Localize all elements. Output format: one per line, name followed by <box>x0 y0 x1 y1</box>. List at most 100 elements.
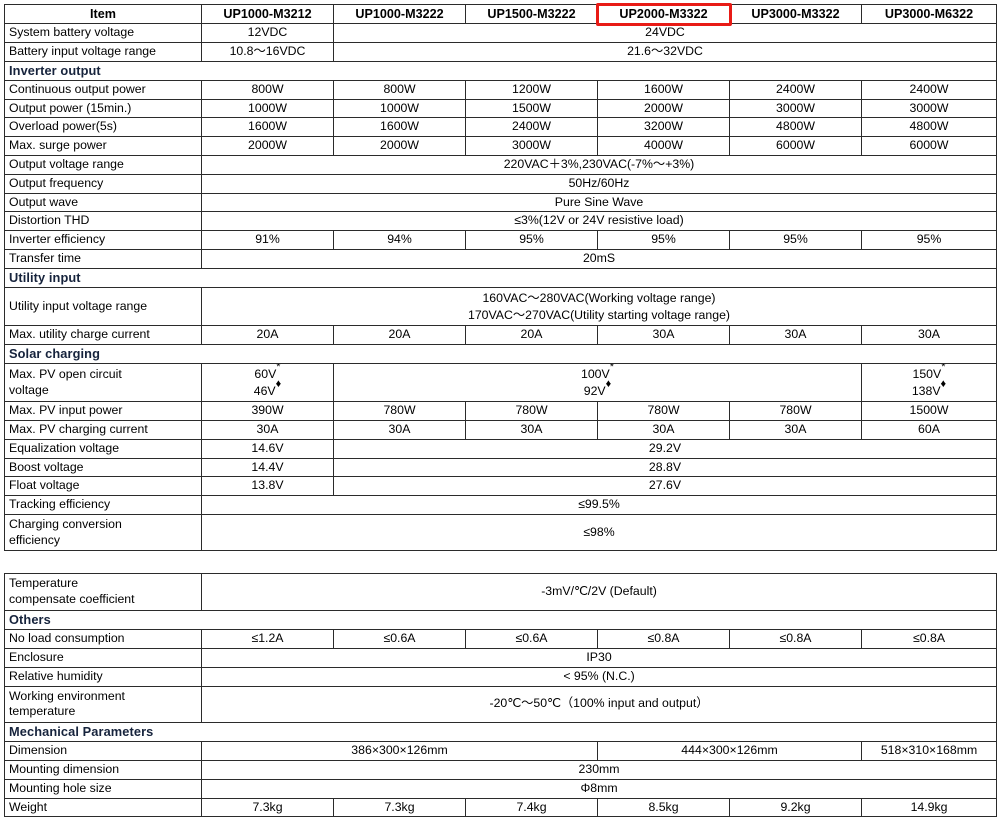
table-row-battery-input-voltage-range: Battery input voltage range 10.8〜16VDC 2… <box>4 41 997 62</box>
marker-diamond: ♦ <box>605 377 612 390</box>
cell-value: 20A <box>333 325 466 345</box>
cell-value: 800W <box>333 79 466 100</box>
cell-value: 20A <box>201 325 334 345</box>
table-row-enclosure: Enclosure IP30 <box>4 648 998 668</box>
cell-value: 100V* 92V♦ <box>333 363 862 403</box>
cell-value: 7.4kg <box>465 797 598 817</box>
section-label: Solar charging <box>4 343 997 365</box>
column-header-up1000-m3222: UP1000-M3222 <box>333 3 466 25</box>
table-row-tracking-efficiency: Tracking efficiency ≤99.5% <box>4 495 997 515</box>
row-label: Tracking efficiency <box>4 495 202 515</box>
row-label: Output voltage range <box>4 155 202 175</box>
row-label-line2: voltage <box>9 382 49 397</box>
cell-value: 1600W <box>201 117 334 138</box>
table-row-output-frequency: Output frequency 50Hz/60Hz <box>4 173 997 194</box>
cell-value: 14.4V <box>201 457 334 478</box>
row-label: Relative humidity <box>4 666 202 687</box>
section-label: Mechanical Parameters <box>3 722 998 743</box>
cell-value: 3200W <box>597 117 730 138</box>
cell-value: 800W <box>201 79 334 100</box>
table-row-dimension: Dimension 386×300×126mm 444×300×126mm 51… <box>4 741 998 762</box>
row-label: Float voltage <box>4 476 202 497</box>
cell-value: 1000W <box>201 98 334 119</box>
table-row-output-wave: Output wave Pure Sine Wave <box>4 192 997 213</box>
cell-value: -20℃〜50℃（100% input and output） <box>200 685 998 724</box>
cell-value-bottom: 92V♦ <box>583 377 612 398</box>
row-label: Max. surge power <box>4 136 202 157</box>
row-label: Output power (15min.) <box>4 98 202 119</box>
table-row-temperature-compensate-coefficient: Temperature compensate coefficient -3mV/… <box>4 573 998 611</box>
cell-value: 27.6V <box>333 476 997 497</box>
row-label-line2: compensate coefficient <box>9 592 135 607</box>
cell-value: 6000W <box>729 136 862 157</box>
spec-sheet: Item UP1000-M3212 UP1000-M3222 UP1500-M3… <box>0 0 1000 817</box>
table-row-working-environment-temperature: Working environment temperature -20℃〜50℃… <box>4 685 998 724</box>
marker-diamond: ♦ <box>275 377 282 390</box>
cell-value: 230mm <box>200 760 998 780</box>
cell-value: 95% <box>729 230 862 250</box>
cell-value: 6000W <box>861 136 997 157</box>
cell-value: 2400W <box>465 117 598 138</box>
cell-value: 95% <box>861 230 997 250</box>
cell-value: 28.8V <box>333 457 997 478</box>
cell-value-line2: 170VAC〜270VAC(Utility starting voltage r… <box>468 307 730 322</box>
table-row-system-battery-voltage: System battery voltage 12VDC 24VDC <box>4 23 997 43</box>
table-row-max-pv-open-circuit-voltage: Max. PV open circuit voltage 60V* 46V♦ 1… <box>4 363 997 403</box>
spec-table-secondary: Temperature compensate coefficient -3mV/… <box>3 573 998 817</box>
column-header-up2000-m3322: UP2000-M3322 <box>597 3 730 25</box>
cell-value: ≤3%(12V or 24V resistive load) <box>201 211 997 232</box>
cell-value: 30A <box>201 420 334 440</box>
cell-value: ≤1.2A <box>201 629 334 650</box>
cell-value: 29.2V <box>333 438 997 459</box>
table-row-distortion-thd: Distortion THD ≤3%(12V or 24V resistive … <box>4 211 997 232</box>
row-label: Max. PV open circuit voltage <box>4 363 202 403</box>
table-row-boost-voltage: Boost voltage 14.4V 28.8V <box>4 457 997 478</box>
cell-value: 150V* 138V♦ <box>861 363 997 403</box>
cell-value: 10.8〜16VDC <box>201 41 334 62</box>
cell-value: 780W <box>333 401 466 422</box>
cell-value: 2400W <box>861 79 997 100</box>
cell-value: 2000W <box>201 136 334 157</box>
cell-value: 780W <box>729 401 862 422</box>
cell-value: 1500W <box>861 401 997 422</box>
row-label: Max. PV charging current <box>4 420 202 440</box>
row-label-line1: Temperature <box>9 576 79 591</box>
cell-value: 2000W <box>597 98 730 119</box>
row-label: Max. utility charge current <box>4 325 202 345</box>
row-label: Equalization voltage <box>4 438 202 459</box>
cell-value: Pure Sine Wave <box>201 192 997 213</box>
row-label: Inverter efficiency <box>4 230 202 250</box>
spec-table-primary: Item UP1000-M3212 UP1000-M3222 UP1500-M3… <box>4 3 997 552</box>
cell-value: 50Hz/60Hz <box>201 173 997 194</box>
cell-value: 30A <box>597 420 730 440</box>
table-row-float-voltage: Float voltage 13.8V 27.6V <box>4 476 997 497</box>
marker-diamond: ♦ <box>940 377 947 390</box>
row-label: Mounting dimension <box>4 760 202 780</box>
section-header-utility-input: Utility input <box>4 267 997 288</box>
cell-value: 4800W <box>861 117 997 138</box>
cell-value: -3mV/℃/2V (Default) <box>200 573 998 611</box>
row-label: Dimension <box>4 741 202 762</box>
column-header-up1500-m3222: UP1500-M3222 <box>465 3 598 25</box>
table-row-mounting-dimension: Mounting dimension 230mm <box>4 760 998 780</box>
row-label: Mounting hole size <box>4 778 202 799</box>
table-row-overload-power-5s: Overload power(5s) 1600W 1600W 2400W 320… <box>4 117 997 138</box>
cell-value: 780W <box>465 401 598 422</box>
cell-value: 21.6〜32VDC <box>333 41 997 62</box>
cell-value: 60A <box>861 420 997 440</box>
cell-value: 24VDC <box>333 23 997 43</box>
row-label: Enclosure <box>4 648 202 668</box>
cell-value: 780W <box>597 401 730 422</box>
cell-value: 20A <box>465 325 598 345</box>
cell-value: 30A <box>597 325 730 345</box>
cell-value: 1000W <box>333 98 466 119</box>
cell-value: 91% <box>201 230 334 250</box>
cell-value: 95% <box>465 230 598 250</box>
cell-value-top: 150V* <box>866 365 992 383</box>
cell-value: 20mS <box>201 248 997 269</box>
table-row-mounting-hole-size: Mounting hole size Φ8mm <box>4 778 998 799</box>
cell-value: 60V* 46V♦ <box>201 363 334 403</box>
page-break-gap <box>4 551 996 573</box>
cell-value: ≤0.8A <box>729 629 862 650</box>
row-label: Utility input voltage range <box>4 286 202 327</box>
